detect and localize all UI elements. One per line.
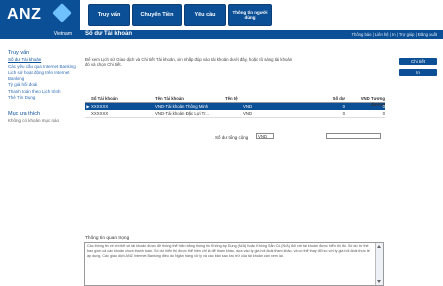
utility-links[interactable]: Thông báo | Liên hệ | In | Trợ giúp | Đă… [351,32,437,37]
account-vnd-equiv: 0 [382,104,385,109]
sidebar-item-thanh-toan[interactable]: Thanh toán theo Lịch trình [8,89,80,95]
nav-yeu-cau[interactable]: Yêu cầu [184,4,226,26]
header-balance[interactable]: Số dư [315,96,349,102]
sidebar-item-the-tin-dung[interactable]: Thẻ Tín Dụng [8,95,80,101]
brand-logo: ANZ [7,6,42,23]
sidebar: Truy vấn Số dư Tài khoản Các yêu cầu qua… [0,44,80,124]
top-bar: ANZ Vietnam Truy vấn Chuyển Tiền Yêu cầu… [0,0,443,39]
sidebar-item-empty-favorites: Không có khoản mục nào [8,117,60,123]
header-currency[interactable]: Tên tệ [225,96,315,102]
sidebar-item-lich-su-hoat-dong[interactable]: Lịch sử hoạt động trên Internet Banking [8,70,80,81]
nav-truy-van[interactable]: Truy vấn [88,4,130,26]
important-info-box[interactable]: Các thông tin về chi tiết về tài khoản đ… [84,242,384,286]
page-title-bar: Số dư Tài khoản Thông báo | Liên hệ | In… [80,30,443,39]
total-currency-field: VND [256,133,274,139]
sidebar-section-truy-van: Truy vấn [8,50,30,56]
important-info-text: Các thông tin về chi tiết về tài khoản đ… [87,244,370,259]
account-name: VND-Tài khoản Đặc Lợi Tr... [155,111,209,116]
print-button[interactable]: In [399,69,437,76]
header-vnd-equiv[interactable]: VND Tương đương [349,96,385,107]
sidebar-item-ty-gia[interactable]: Tỷ giá hối đoái [8,82,80,88]
table-header: Số Tài khoản Tên Tài khoản Tên tệ Số dư … [85,96,385,107]
nav-chuyen-tien[interactable]: Chuyển Tiền [132,4,182,26]
total-balance-label: Số dư tổng cộng [215,135,249,140]
sidebar-section-muc-ua-thich: Mục ưa thích [8,110,41,117]
anz-logo-block[interactable]: ANZ Vietnam [0,0,80,39]
country-label: Vietnam [53,31,72,37]
account-currency: VND [243,111,253,116]
info-scrollbar[interactable] [375,243,383,285]
account-currency: VND [243,104,253,109]
sidebar-item-so-du-tai-khoan[interactable]: Số dư Tài khoản [8,57,80,63]
nav-thong-tin-nguoi-dung[interactable]: Thông tin người dùng [228,4,272,26]
account-number: XXXXXX [91,111,109,116]
account-vnd-equiv: 0 [382,111,385,116]
important-info-heading: Thông tin quan trọng [85,236,130,241]
table-row[interactable]: ▶ XXXXXX VND-Tài khoản Thông Minh VND 0 … [85,103,385,110]
sidebar-item-cac-yeu-cau[interactable]: Các yêu cầu qua Internet Banking [8,64,80,70]
total-balance-field [326,133,381,139]
page-title: Số dư Tài khoản [85,31,133,37]
account-balance: 0 [342,104,345,109]
header-account-no[interactable]: Số Tài khoản [91,96,155,102]
account-name: VND-Tài khoản Thông Minh [155,104,209,109]
account-balance: 0 [342,111,345,116]
intro-text: Để xem Lịch sử Giao dịch và Chi tiết Tài… [85,57,293,68]
account-number: XXXXXX [91,104,109,109]
header-account-name[interactable]: Tên Tài khoản [155,96,225,102]
scroll-up-icon[interactable] [377,245,381,248]
anz-star-icon [52,3,72,23]
scroll-down-icon[interactable] [377,280,381,283]
table-row[interactable]: XXXXXX VND-Tài khoản Đặc Lợi Tr... VND 0… [85,110,385,118]
accounts-table: Số Tài khoản Tên Tài khoản Tên tệ Số dư … [85,96,385,118]
details-button[interactable]: Chi tiết [399,58,437,65]
